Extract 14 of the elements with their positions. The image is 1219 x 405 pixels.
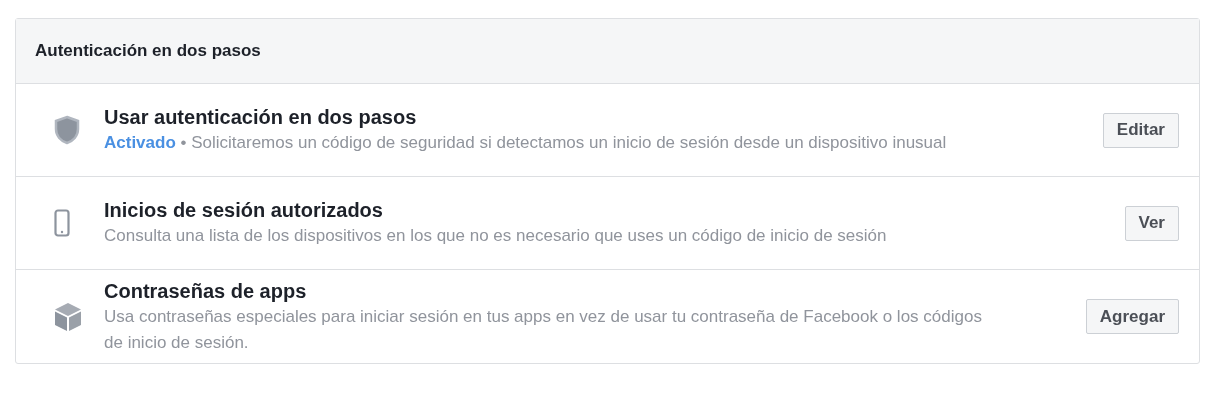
setting-title: Usar autenticación en dos pasos: [104, 105, 418, 130]
panel-title: Autenticación en dos pasos: [35, 40, 261, 63]
status-label: Activado: [104, 133, 177, 152]
cube-icon: [54, 301, 82, 332]
shield-icon: [54, 115, 80, 145]
action-button[interactable]: Ver: [1124, 205, 1179, 241]
action-button[interactable]: Editar: [1102, 112, 1179, 148]
setting-description: Consulta una lista de los dispositivos en los que no es necesario que uses un código de inicio de sesión: [104, 226, 887, 245]
setting-description: Usa contraseñas especiales para iniciar sesión en tus apps en vez de usar tu contraseña de Facebook o los códigos de inicio de sesión.: [104, 306, 982, 352]
action-button[interactable]: Agregar: [1085, 299, 1179, 334]
phone-icon: [54, 209, 70, 237]
setting-description: • Solicitaremos un código de seguridad si detectamos un inicio de sesión desde un dispositivo inusual: [180, 133, 947, 152]
setting-title: Inicios de sesión autorizados: [104, 198, 384, 223]
setting-title: Contraseñas de apps: [104, 278, 308, 304]
